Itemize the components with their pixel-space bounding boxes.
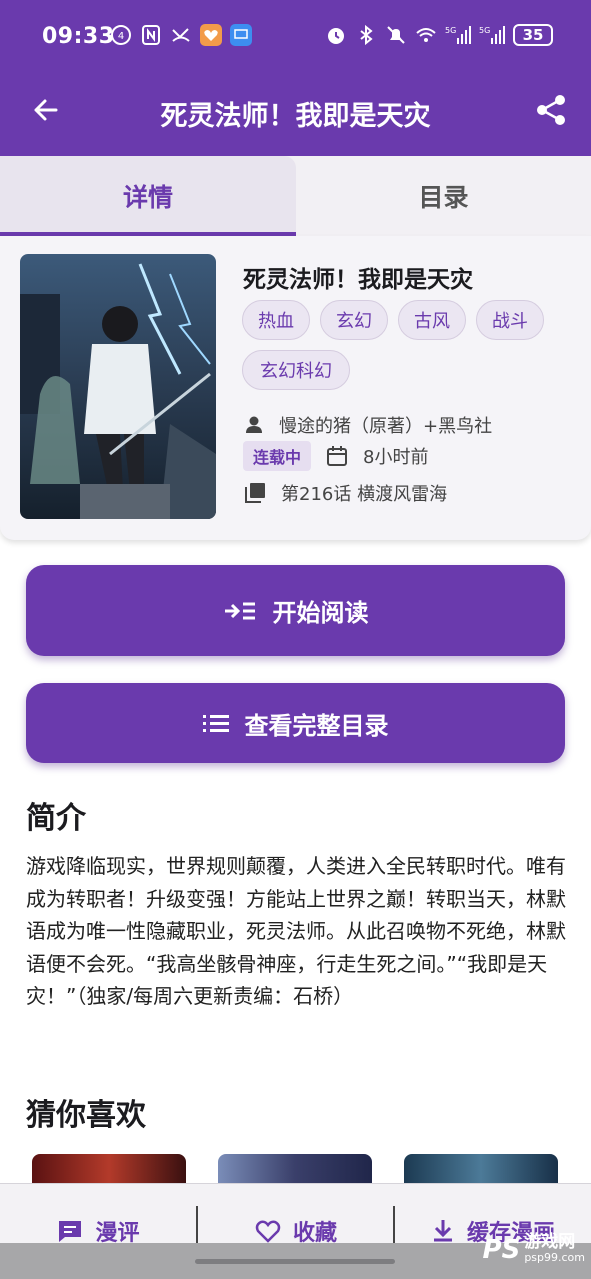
start-read-icon: [224, 602, 255, 619]
intro-text: 游戏降临现实，世界规则颠覆，人类进入全民转职时代。唯有成为转职者！升级变强！方能…: [26, 854, 566, 1008]
genre-tag[interactable]: 玄幻: [320, 300, 388, 340]
mute-bell-icon: [387, 26, 405, 44]
update-time-text: 8小时前: [363, 447, 429, 468]
share-icon[interactable]: [533, 92, 569, 128]
app-heart-icon: [200, 24, 222, 46]
status-left-icons: 4: [110, 24, 252, 46]
tab-details[interactable]: 详情: [0, 156, 296, 236]
signal-5g-icon-2: 5G: [479, 26, 505, 44]
app-notification-icon: 4: [111, 25, 131, 45]
latest-chapter-row: 第216话 横渡风雷海: [243, 480, 447, 506]
view-full-catalog-button[interactable]: 查看完整目录: [26, 683, 565, 763]
author-row: 慢途的猪（原著）+黑鸟社: [243, 412, 492, 438]
svg-text:5G: 5G: [445, 26, 456, 35]
svg-text:4: 4: [118, 31, 124, 42]
recommend-heading: 猜你喜欢: [26, 1098, 146, 1133]
genre-tag[interactable]: 热血: [242, 300, 310, 340]
app-honor-icon: [230, 24, 252, 46]
start-reading-button[interactable]: 开始阅读: [26, 565, 565, 656]
author-text: 慢途的猪（原著）+黑鸟社: [279, 416, 493, 437]
start-reading-label: 开始阅读: [272, 599, 369, 627]
recommend-card[interactable]: [404, 1154, 558, 1184]
person-icon: [246, 416, 262, 433]
watermark-ps-text: PS: [482, 1235, 521, 1265]
watermark-main-text: 游戏网: [524, 1232, 576, 1252]
recommend-list: [32, 1154, 562, 1184]
download-icon: [433, 1220, 452, 1242]
latest-chapter-text: 第216话 横渡风雷海: [281, 484, 448, 505]
alarm-icon: [328, 28, 344, 44]
genre-tag[interactable]: 战斗: [476, 300, 544, 340]
recommend-card[interactable]: [218, 1154, 372, 1184]
watermark-logo: PS 游戏网 psp99.com: [483, 1234, 585, 1266]
list-icon: [202, 715, 229, 732]
svg-text:5G: 5G: [479, 26, 490, 35]
heart-outline-icon: [255, 1220, 281, 1243]
book-info-card: 死灵法师！我即是天灾 热血 玄幻 古风 战斗 玄幻科幻 慢途的猪（原著）+黑鸟社…: [0, 236, 591, 540]
watermark-sub-text: psp99.com: [524, 1251, 585, 1264]
book-title: 死灵法师！我即是天灾: [243, 267, 473, 293]
comment-icon: [59, 1221, 82, 1242]
calendar-icon: [327, 446, 348, 466]
intro-heading: 简介: [26, 801, 86, 836]
recommend-card[interactable]: [32, 1154, 186, 1184]
status-bar: 09:33 4 5G 5G 35: [0, 0, 591, 80]
home-gesture-handle[interactable]: [195, 1259, 395, 1264]
bluetooth-icon: [360, 24, 373, 46]
genre-tag[interactable]: 古风: [398, 300, 466, 340]
status-row: 连载中 8小时前: [243, 441, 428, 471]
battery-indicator: 35: [513, 24, 553, 46]
genre-tag[interactable]: 玄幻科幻: [242, 350, 350, 390]
status-time: 09:33: [42, 24, 115, 49]
page-title: 死灵法师！我即是天灾: [160, 101, 431, 132]
wifi-icon: [416, 28, 436, 42]
book-cover-image[interactable]: [20, 254, 216, 519]
tab-bar: 详情 目录: [0, 156, 591, 236]
status-right-icons: 5G 5G 35: [325, 24, 553, 46]
library-books-icon: [245, 483, 265, 503]
tab-catalog[interactable]: 目录: [296, 156, 591, 236]
nfc-icon: [142, 25, 160, 45]
missed-call-icon: [172, 28, 190, 42]
signal-5g-icon-1: 5G: [445, 26, 471, 44]
view-catalog-label: 查看完整目录: [244, 711, 389, 740]
app-bar: 死灵法师！我即是天灾: [0, 80, 591, 156]
serial-status-badge: 连载中: [243, 441, 312, 471]
